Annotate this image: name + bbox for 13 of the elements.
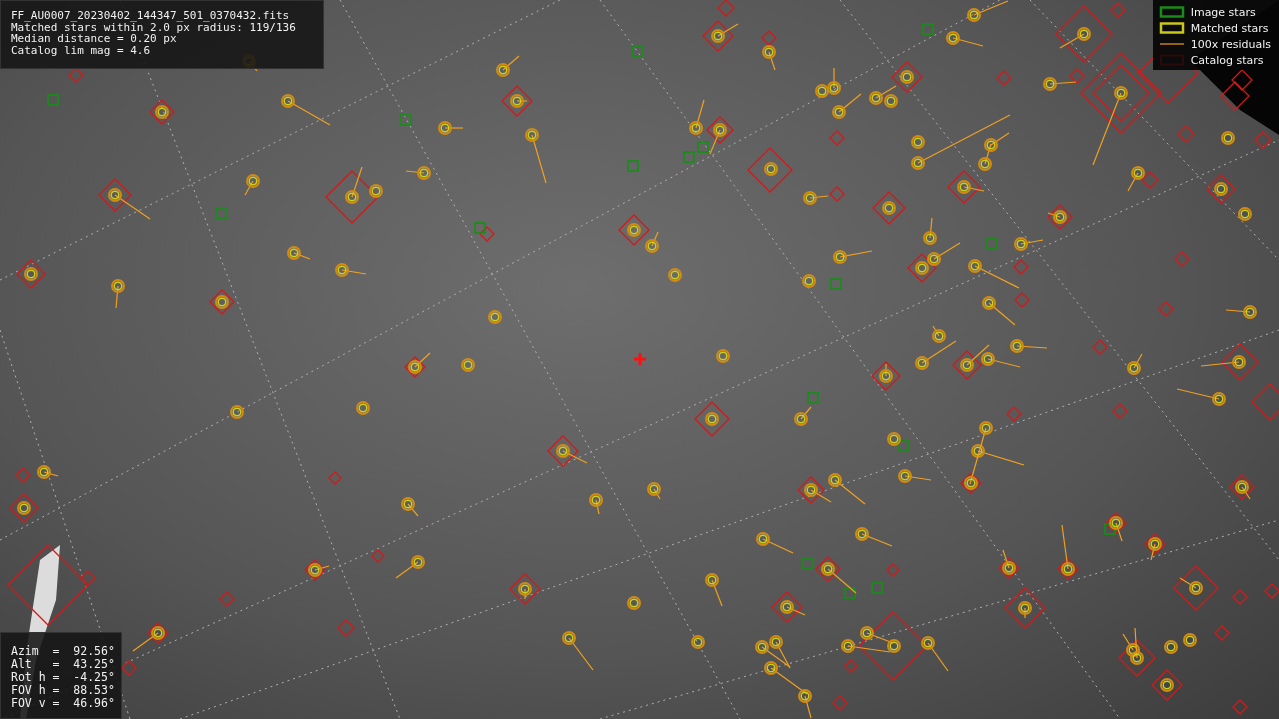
legend-label: Matched stars	[1190, 21, 1269, 35]
info-text: FF_AU0007_20230402_144347_501_0370432.fits	[11, 10, 291, 22]
pointing-text: FOV h = 88.53°	[11, 684, 116, 697]
pointing-text: Azim = 92.56°	[11, 645, 116, 658]
info-text: Median distance = 0.20 px	[11, 33, 177, 45]
pointing-text: FOV v = 46.96°	[11, 697, 116, 710]
legend-label: Catalog stars	[1190, 53, 1264, 67]
legend-label: Image stars	[1190, 5, 1256, 19]
pointing-text: Rot h = -4.25°	[11, 671, 116, 684]
legend-label: 100x residuals	[1190, 37, 1271, 51]
info-text: Matched stars within 2.0 px radius: 119/136	[11, 21, 297, 33]
pointing-text: Alt = 43.25°	[11, 658, 116, 671]
info-text: Catalog lim mag = 4.6	[11, 44, 152, 56]
